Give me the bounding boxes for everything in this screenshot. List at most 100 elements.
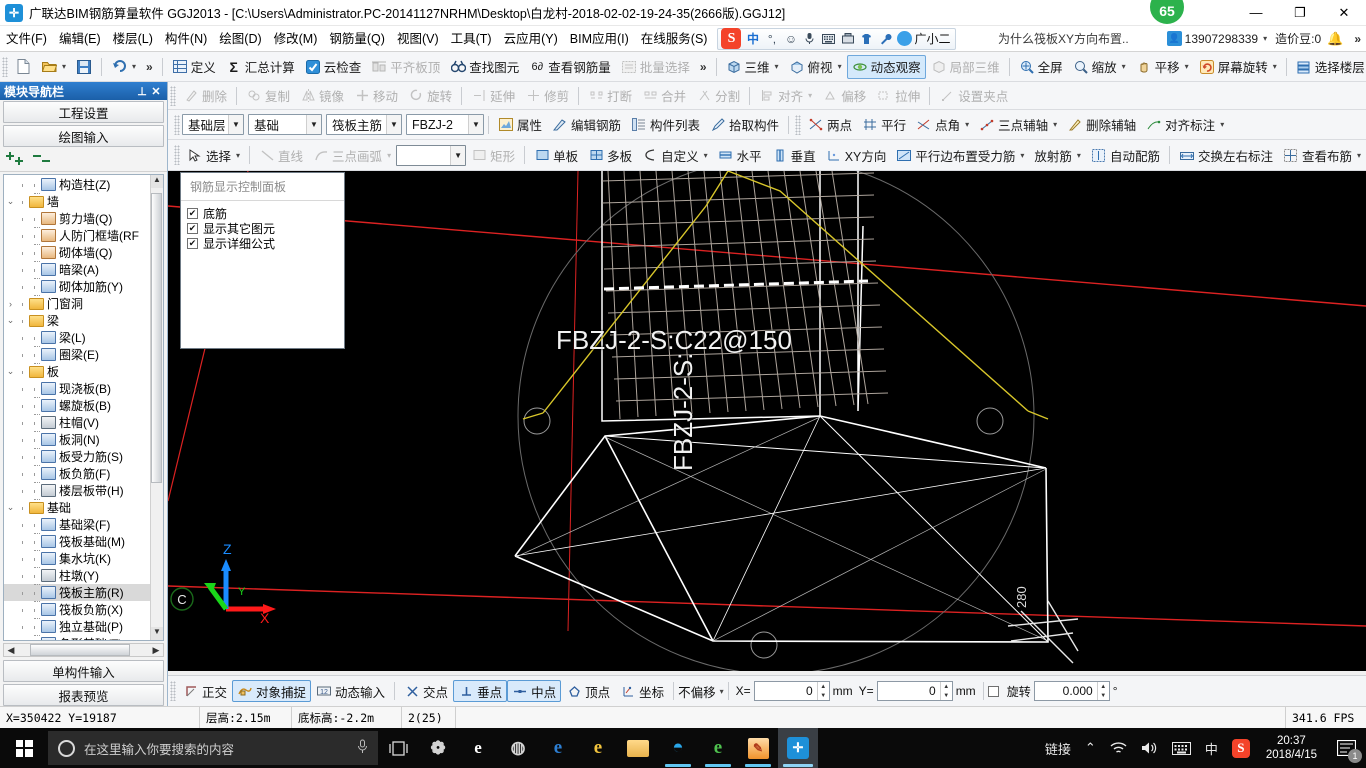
tree-item[interactable]: 柱帽(V) [4,414,150,432]
find-element-button[interactable]: 查找图元 [445,55,524,79]
undo-chevron-down-icon[interactable]: ▾ [132,62,136,71]
offset-mode-chevron-down-icon[interactable]: ▾ [720,687,724,696]
close-button[interactable]: ✕ [1322,0,1366,26]
bottom-rebar-checkbox[interactable]: ✔ [187,208,198,219]
trim-button[interactable]: 修剪 [520,84,574,108]
notification-center-button[interactable]: 1 [1326,728,1366,768]
tree-item[interactable]: 暗梁(A) [4,261,150,279]
nav-button-project-settings[interactable]: 工程设置 [3,101,164,123]
arc-param-select[interactable]: ▼ [396,144,467,166]
tree-item[interactable]: 集水坑(K) [4,550,150,568]
split-button[interactable]: 分割 [691,84,745,108]
taskbar-app-notepad[interactable]: ✎ [738,728,778,768]
floor-select[interactable]: 基础层 ▼ [182,114,244,135]
set-grip-button[interactable]: 设置夹点 [934,84,1013,108]
tree-item[interactable]: 螺旋板(B) [4,397,150,415]
model-canvas[interactable]: C Z X Y FBZJ-2-S:C22@150 FBZJ-2-S: 280 [168,171,1366,671]
task-view-button[interactable] [378,728,418,768]
tray-sogou-icon[interactable]: S [1225,728,1257,768]
taskbar-app-360-browser[interactable]: ◓ [658,728,698,768]
tree-item[interactable]: 梁(L) [4,329,150,347]
taskbar-app-sogou-browser[interactable]: ❁ [418,728,458,768]
ime-wrench-icon[interactable] [876,29,895,48]
taskbar-app-ie-white[interactable]: e [458,728,498,768]
tree-item[interactable]: 基础梁(F) [4,516,150,534]
tree-item[interactable]: 筏板负筋(X) [4,601,150,619]
tree-item[interactable]: 条形基础(T) [4,635,150,640]
screen-rotate-button[interactable]: 屏幕旋转 ▾ [1194,55,1282,79]
align-slab-top-button[interactable]: 平齐板顶 [366,55,445,79]
open-file-chevron-down-icon[interactable]: ▾ [62,62,66,71]
xy-direction-button[interactable]: XY方向 [821,143,892,167]
dynamic-observe-button[interactable]: 动态观察 [846,54,926,79]
y-offset-input[interactable]: 0 ▲ ▼ [876,681,953,701]
custom-tool-chevron-down-icon[interactable]: ▾ [704,151,708,160]
menu-draw[interactable]: 绘图(D) [213,27,267,51]
tree-scroll-left-icon[interactable]: ◀ [4,645,18,656]
show-other-elements-checkbox[interactable]: ✔ [187,223,198,234]
three-point-arc-button[interactable]: 三点画弧 ▾ [308,143,396,167]
top-view-button[interactable]: 俯视 ▾ [784,55,847,79]
account-chevron-down-icon[interactable]: ▾ [1263,34,1267,43]
view-rebar-layout-chevron-down-icon[interactable]: ▾ [1357,151,1361,160]
tree-scroll-up-icon[interactable]: ▲ [151,175,163,188]
taskbar-clock[interactable]: 20:37 2018/4/15 [1257,728,1326,768]
rebar-option-row[interactable]: ✔ 显示详细公式 [187,236,338,251]
top-view-chevron-down-icon[interactable]: ▾ [838,62,842,71]
tree-item[interactable]: 砌体墙(Q) [4,244,150,262]
ime-assistant[interactable]: 广小二 [895,29,952,48]
tree-item[interactable]: 筏板基础(M) [4,533,150,551]
offset-button[interactable]: 偏移 [817,84,871,108]
pick-component-button[interactable]: 拾取构件 [705,113,784,137]
taskbar-app-360-green[interactable]: e [698,728,738,768]
tree-item[interactable]: 板负筋(F) [4,465,150,483]
tree-folder[interactable]: ⌄ 梁 [4,312,150,329]
floor-select-chevron-down-icon[interactable]: ▼ [228,115,243,134]
view-rebar-qty-button[interactable]: 6∂ 查看钢筋量 [524,55,616,79]
toolbar-draw-grip[interactable] [174,145,180,165]
nav-button-single-component-input[interactable]: 单构件输入 [3,660,164,682]
delete-aux-axis-button[interactable]: 删除辅轴 [1062,113,1141,137]
menu-cloud-app[interactable]: 云应用(Y) [498,27,564,51]
select-tool-button[interactable]: 选择 ▾ [182,143,245,167]
two-point-axis-button[interactable]: 两点 [803,113,857,137]
ime-microphone-icon[interactable] [800,29,819,48]
taskbar-app-edge[interactable]: e [538,728,578,768]
select-tool-chevron-down-icon[interactable]: ▾ [236,151,240,160]
zoom-chevron-down-icon[interactable]: ▾ [1122,62,1126,71]
ime-keyboard-icon[interactable] [819,29,838,48]
collapse-all-icon[interactable] [33,151,52,169]
sogou-logo-icon[interactable]: S [721,28,742,49]
volume-icon[interactable] [1134,728,1165,768]
snap-midpoint-button[interactable]: 中点 [507,680,562,702]
chevron-right-icon[interactable]: › [4,299,17,309]
tree-item[interactable]: 剪力墙(Q) [4,210,150,228]
break-button[interactable]: 打断 [583,84,637,108]
menu-file[interactable]: 文件(F) [0,27,53,51]
merge-button[interactable]: 合并 [637,84,691,108]
tree-item[interactable]: 人防门框墙(RF [4,227,150,245]
new-file-button[interactable] [10,55,36,79]
point-angle-chevron-down-icon[interactable]: ▾ [965,120,969,129]
tip-banner[interactable]: 为什么筏板XY方向布置.. [998,30,1129,47]
local-3d-button[interactable]: 局部三维 [926,55,1005,79]
tree-item[interactable]: 板洞(N) [4,431,150,449]
point-angle-button[interactable]: 点角 ▾ [911,113,974,137]
chevron-down-icon[interactable]: ⌄ [4,502,17,513]
rotate-input[interactable]: 0.000 ▲ ▼ [1033,681,1110,701]
rotate-spinner[interactable]: ▲ ▼ [1096,682,1109,700]
align-dimension-button[interactable]: 对齐标注 ▾ [1141,113,1229,137]
tree-folder[interactable]: ⌄ 板 [4,363,150,380]
parallel-edge-rebar-button[interactable]: 平行边布置受力筋 ▾ [891,143,1029,167]
snap-dynamic-input-button[interactable]: 12 动态输入 [311,680,390,702]
ime-emoji-icon[interactable]: ☺ [781,29,800,48]
snap-coordinate-button[interactable]: 坐标 [615,680,669,702]
rebar-display-control-panel[interactable]: 钢筋显示控制面板 ✔ 底筋 ✔ 显示其它图元 ✔ 显示详细公式 [180,172,345,349]
menu-bim-app[interactable]: BIM应用(I) [564,27,635,51]
nav-button-report-preview[interactable]: 报表预览 [3,684,164,706]
taskbar-app-ggj2013[interactable]: ✛ [778,728,818,768]
tree-item[interactable]: 砌体加筋(Y) [4,278,150,296]
pin-icon[interactable]: ⊥ [135,85,149,98]
swap-lr-dimension-button[interactable]: 交换左右标注 [1174,143,1278,167]
tree-item[interactable]: 独立基础(P) [4,618,150,636]
